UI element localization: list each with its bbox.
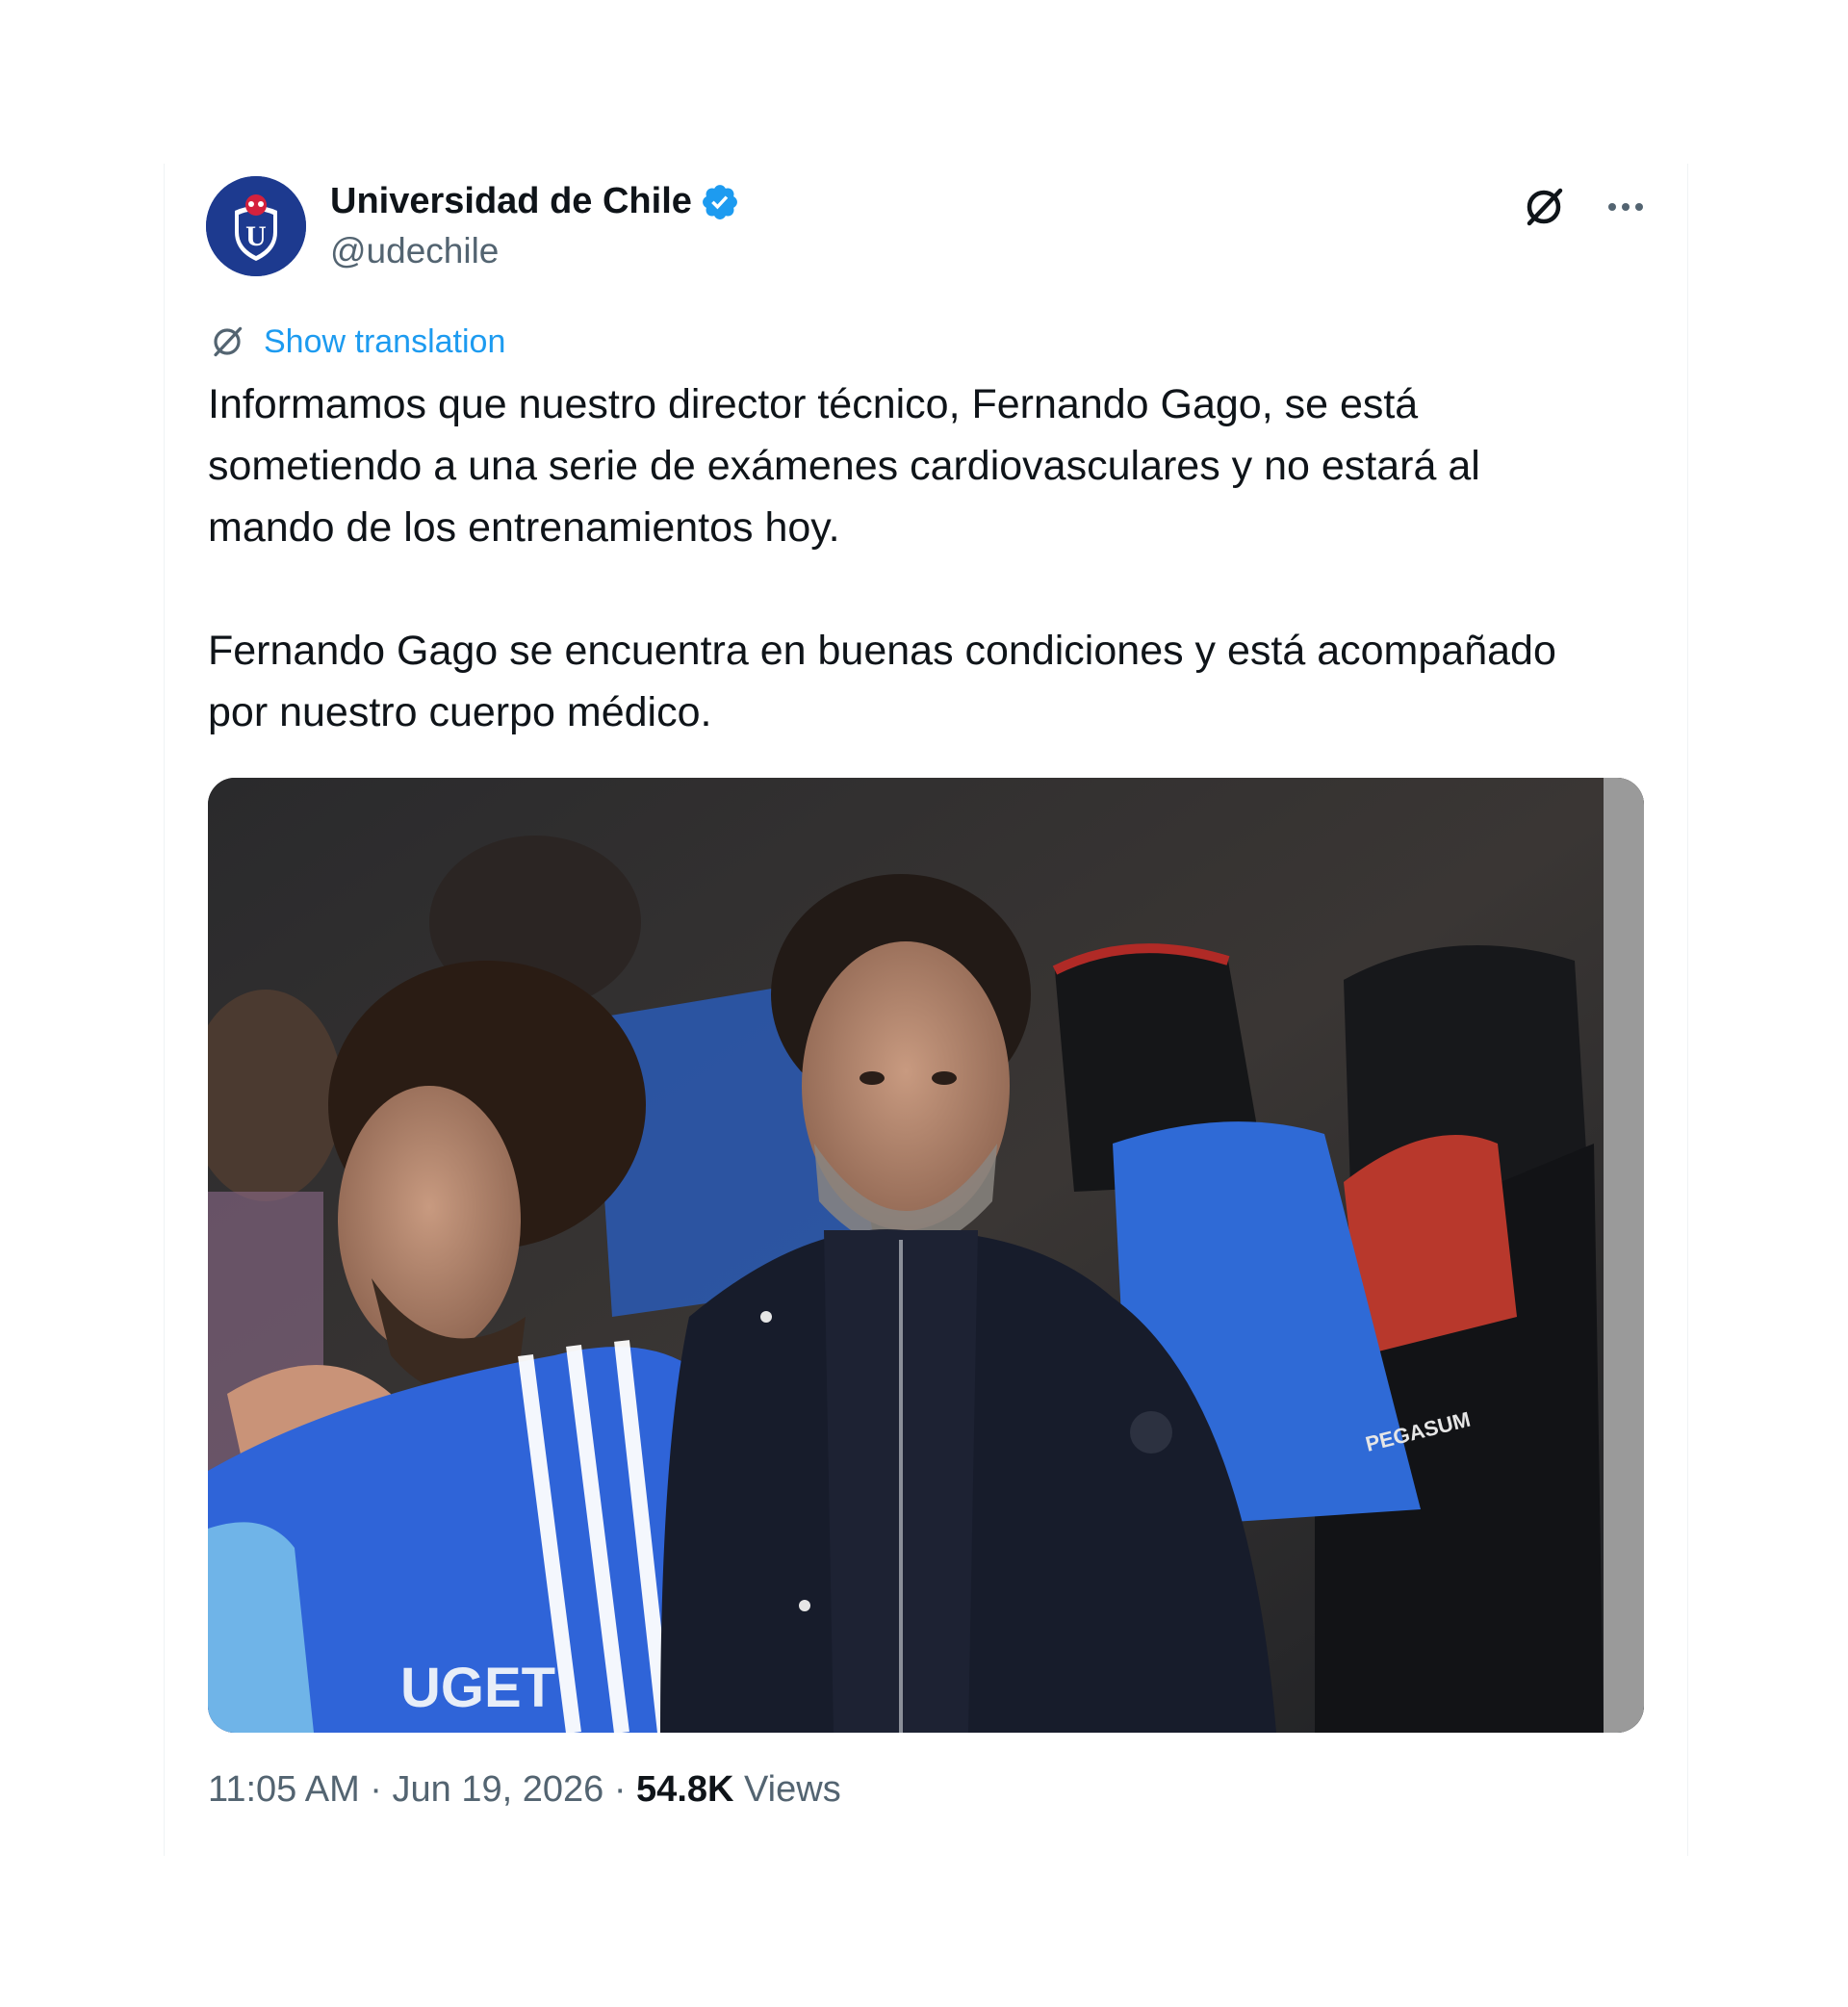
- tweet-paragraph: Informamos que nuestro director técnico,…: [208, 381, 1480, 551]
- tweet-date[interactable]: Jun 19, 2026: [393, 1769, 604, 1810]
- tweet-paragraph: Fernando Gago se encuentra en buenas con…: [208, 628, 1556, 735]
- photo-illustration: PEGASUM UGET: [208, 778, 1644, 1733]
- meta-separator: ·: [359, 1769, 393, 1810]
- show-translation-row: Show translation: [208, 322, 505, 361]
- udechile-crest-icon: U: [206, 176, 306, 276]
- more-options-icon[interactable]: [1603, 184, 1649, 230]
- show-translation-link[interactable]: Show translation: [264, 323, 505, 361]
- views-count[interactable]: 54.8K: [636, 1769, 733, 1810]
- tweet-photo[interactable]: PEGASUM UGET: [208, 778, 1644, 1733]
- verified-badge-icon: [702, 184, 737, 219]
- tweet-card: U Universidad de Chile @udechile Show tr…: [164, 164, 1688, 1856]
- author-display-name[interactable]: Universidad de Chile: [330, 181, 692, 222]
- views-label: Views: [733, 1769, 841, 1810]
- avatar-letter: U: [245, 220, 267, 252]
- author-name-row: Universidad de Chile: [330, 181, 740, 222]
- tweet-meta: 11:05 AM · Jun 19, 2026 · 54.8K Views: [208, 1769, 841, 1811]
- tweet-text: Informamos que nuestro director técnico,…: [208, 373, 1661, 743]
- jersey-sponsor-text: UGET: [400, 1657, 555, 1719]
- author-handle[interactable]: @udechile: [330, 231, 499, 271]
- grok-translate-icon: [214, 326, 243, 357]
- author-avatar[interactable]: U: [206, 176, 306, 276]
- meta-separator: ·: [603, 1769, 637, 1810]
- tweet-top-actions: [1520, 183, 1649, 231]
- grok-icon[interactable]: [1520, 183, 1568, 231]
- tweet-time[interactable]: 11:05 AM: [208, 1769, 360, 1810]
